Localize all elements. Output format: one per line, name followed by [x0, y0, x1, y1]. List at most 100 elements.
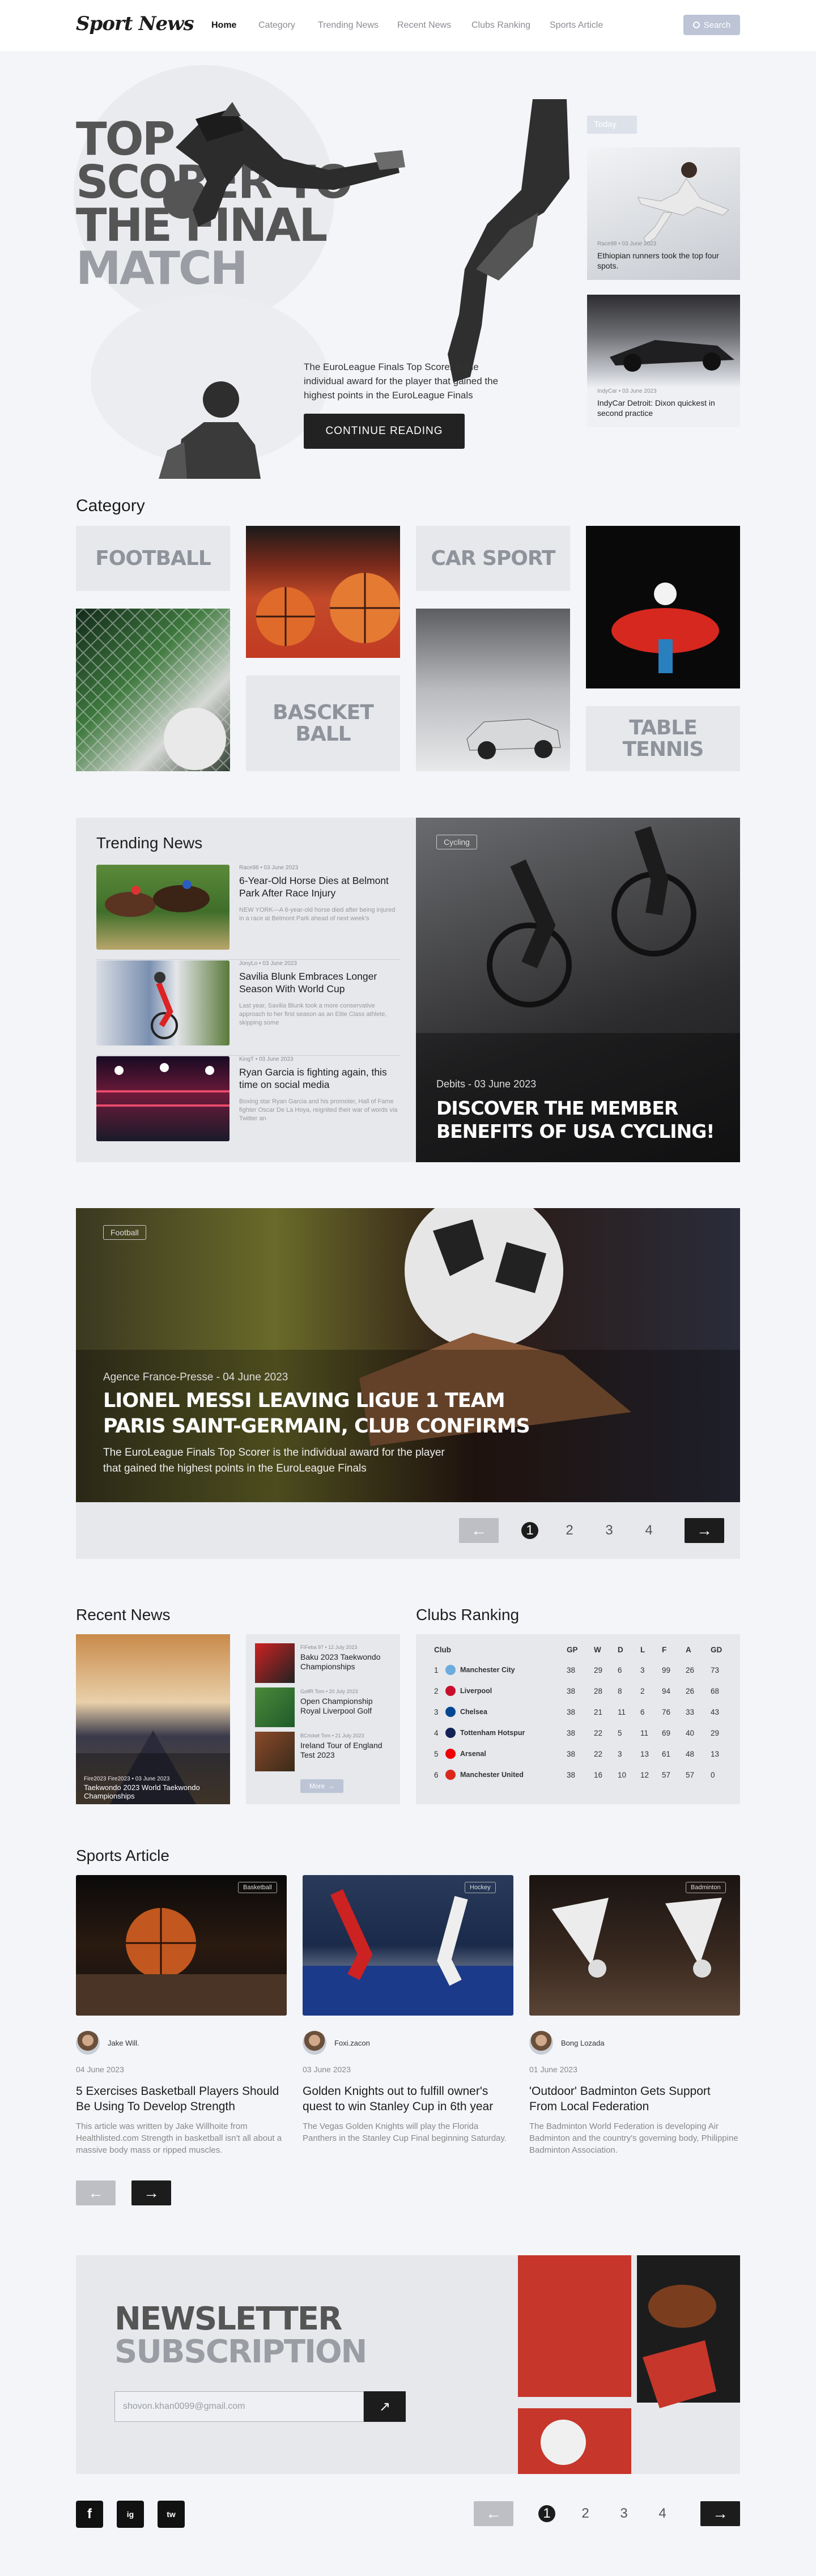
newsletter-title-line: NEWSLETTER	[114, 2301, 342, 2337]
sports-article-title: Sports Article	[76, 1847, 169, 1864]
newsletter-submit-button[interactable]: ↗	[364, 2391, 406, 2422]
hero-card-runner[interactable]: Race98 • 03 June 2023 Ethiopian runners …	[587, 147, 740, 280]
footer-page-4[interactable]: 4	[654, 2505, 671, 2522]
arrow-right-icon: →	[696, 1521, 712, 1539]
football-players-image	[518, 2255, 740, 2474]
club-gd: 0	[711, 1771, 715, 1779]
article-image-hockey[interactable]: Hockey	[303, 1875, 513, 2016]
trending-meta: JonyLo • 03 June 2023	[239, 960, 297, 967]
club-w: 21	[594, 1708, 603, 1716]
page-4[interactable]: 4	[640, 1522, 657, 1539]
newsletter-email-input[interactable]: shovon.khan0099@gmail.com	[114, 2391, 364, 2422]
trending-feature-badge[interactable]: Cycling	[436, 835, 477, 849]
page-3[interactable]: 3	[601, 1522, 618, 1539]
basketball-court-image[interactable]	[246, 526, 400, 658]
nav-clubs-ranking[interactable]: Clubs Ranking	[471, 20, 530, 31]
club-l: 12	[640, 1771, 649, 1779]
continue-reading-button[interactable]: CONTINUE READING	[304, 414, 465, 449]
club-crest-icon	[445, 1665, 456, 1675]
clubs-table-row[interactable]: 5 Arsenal 38 22 3 13 61 48 13	[425, 1744, 737, 1765]
clubs-table-row[interactable]: 2 Liverpool 38 28 8 2 94 26 68	[425, 1681, 737, 1702]
hero-leg-image	[448, 99, 570, 382]
nav-sports-article[interactable]: Sports Article	[550, 20, 603, 31]
trending-item[interactable]: Race98 • 03 June 2023 6-Year-Old Horse D…	[96, 865, 400, 950]
article-title[interactable]: 'Outdoor' Badminton Gets Support From Lo…	[529, 2084, 740, 2114]
article-author[interactable]: Bong Lozada	[561, 2039, 605, 2047]
footer-prev-button[interactable]: ←	[474, 2501, 513, 2526]
facebook-icon[interactable]: f	[76, 2501, 103, 2528]
club-a: 33	[686, 1708, 695, 1716]
clubs-table-row[interactable]: 1 Manchester City 38 29 6 3 99 26 73	[425, 1660, 737, 1681]
recent-item[interactable]: GolfR Tom • 20 July 2023 Open Championsh…	[255, 1687, 391, 1727]
club-f: 76	[662, 1708, 671, 1716]
article-image-badminton[interactable]: Badminton	[529, 1875, 740, 2016]
article-author[interactable]: Jake Will.	[108, 2039, 139, 2047]
club-rank: 6	[434, 1771, 439, 1779]
facebook-glyph: f	[87, 2506, 92, 2522]
articles-next-button[interactable]: →	[131, 2180, 171, 2205]
article-badge[interactable]: Badminton	[686, 1882, 726, 1893]
clubs-table-row[interactable]: 6 Manchester United 38 16 10 12 57 57 0	[425, 1765, 737, 1786]
footer-page-1[interactable]: 1	[538, 2505, 555, 2522]
club-a: 26	[686, 1687, 695, 1695]
site-logo[interactable]: Sport News	[76, 12, 194, 35]
table-tennis-image[interactable]	[586, 526, 740, 688]
article-author[interactable]: Foxi.zacon	[334, 2039, 370, 2047]
article-badge[interactable]: Hockey	[465, 1882, 496, 1893]
trending-feature[interactable]: Cycling Debits - 03 June 2023 DISCOVER T…	[416, 818, 740, 1162]
banner-feature[interactable]: Football Agence France-Presse - 04 June …	[76, 1208, 740, 1502]
page-1[interactable]: 1	[521, 1522, 538, 1539]
search-button[interactable]: Search	[683, 15, 740, 35]
club-crest-icon	[445, 1728, 456, 1738]
more-button[interactable]: More →	[300, 1779, 343, 1793]
trending-item[interactable]: JonyLo • 03 June 2023 Savilia Blunk Embr…	[96, 960, 400, 1045]
twitter-icon[interactable]: tw	[158, 2501, 185, 2528]
nav-trending-news[interactable]: Trending News	[318, 20, 379, 31]
instagram-icon[interactable]: ig	[117, 2501, 144, 2528]
prev-button[interactable]: ←	[459, 1518, 499, 1543]
nav-home[interactable]: Home	[211, 20, 236, 31]
category-tile-basketball[interactable]: BASCKET BALL	[246, 675, 400, 771]
club-gd: 43	[711, 1708, 720, 1716]
trending-title: Trending News	[96, 834, 203, 852]
clubs-table-row[interactable]: 4 Tottenham Hotspur 38 22 5 11 69 40 29	[425, 1723, 737, 1744]
club-w: 16	[594, 1771, 603, 1779]
article-badge[interactable]: Basketball	[238, 1882, 277, 1893]
article-title[interactable]: Golden Knights out to fulfill owner's qu…	[303, 2084, 513, 2114]
page-2[interactable]: 2	[561, 1522, 578, 1539]
trending-item-title: Savilia Blunk Embraces Longer Season Wit…	[239, 971, 377, 994]
club-f: 61	[662, 1750, 671, 1758]
recent-thumb	[255, 1687, 295, 1727]
author-avatar	[76, 2031, 100, 2055]
nav-category[interactable]: Category	[258, 20, 295, 31]
clubs-table-row[interactable]: 3 Chelsea 38 21 11 6 76 33 43	[425, 1702, 737, 1723]
articles-prev-button[interactable]: ←	[76, 2180, 116, 2205]
recent-item[interactable]: FIFeba 97 • 12 July 2023 Baku 2023 Taekw…	[255, 1643, 391, 1683]
club-d: 10	[618, 1771, 627, 1779]
article-image-basketball[interactable]: Basketball	[76, 1875, 287, 2016]
newsletter-panel: NEWSLETTER SUBSCRIPTION shovon.khan0099@…	[76, 2255, 740, 2474]
article-title[interactable]: 5 Exercises Basketball Players Should Be…	[76, 2084, 287, 2114]
hero-card-indycar[interactable]: IndyCar • 03 June 2023 IndyCar Detroit: …	[587, 295, 740, 427]
footer-page-2[interactable]: 2	[577, 2505, 594, 2522]
category-tile-table-tennis[interactable]: TABLE TENNIS	[586, 706, 740, 771]
nav-recent-news[interactable]: Recent News	[397, 20, 451, 31]
category-tile-car-sport[interactable]: CAR SPORT	[416, 526, 570, 591]
footer-page-3[interactable]: 3	[615, 2505, 632, 2522]
next-button[interactable]: →	[685, 1518, 724, 1543]
recent-main-meta: Fire2023 Fire2023 • 03 June 2023	[84, 1776, 170, 1782]
club-rank: 1	[434, 1666, 439, 1674]
recent-main-card[interactable]: Fire2023 Fire2023 • 03 June 2023 Taekwon…	[76, 1634, 230, 1804]
category-tile-football[interactable]: FOOTBALL	[76, 526, 230, 591]
club-l: 2	[640, 1687, 645, 1695]
club-f: 69	[662, 1729, 671, 1737]
trending-item[interactable]: KingT • 03 June 2023 Ryan Garcia is figh…	[96, 1056, 400, 1141]
club-d: 3	[618, 1750, 622, 1758]
arrow-left-icon: ←	[471, 1521, 487, 1539]
recent-item[interactable]: BCricket Tom • 21 July 2023 Ireland Tour…	[255, 1732, 391, 1771]
recent-item-meta: GolfR Tom • 20 July 2023	[300, 1689, 358, 1694]
football-net-image[interactable]	[76, 609, 230, 771]
banner-badge[interactable]: Football	[103, 1225, 146, 1240]
sports-car-image[interactable]	[416, 609, 570, 771]
footer-next-button[interactable]: →	[700, 2501, 740, 2526]
